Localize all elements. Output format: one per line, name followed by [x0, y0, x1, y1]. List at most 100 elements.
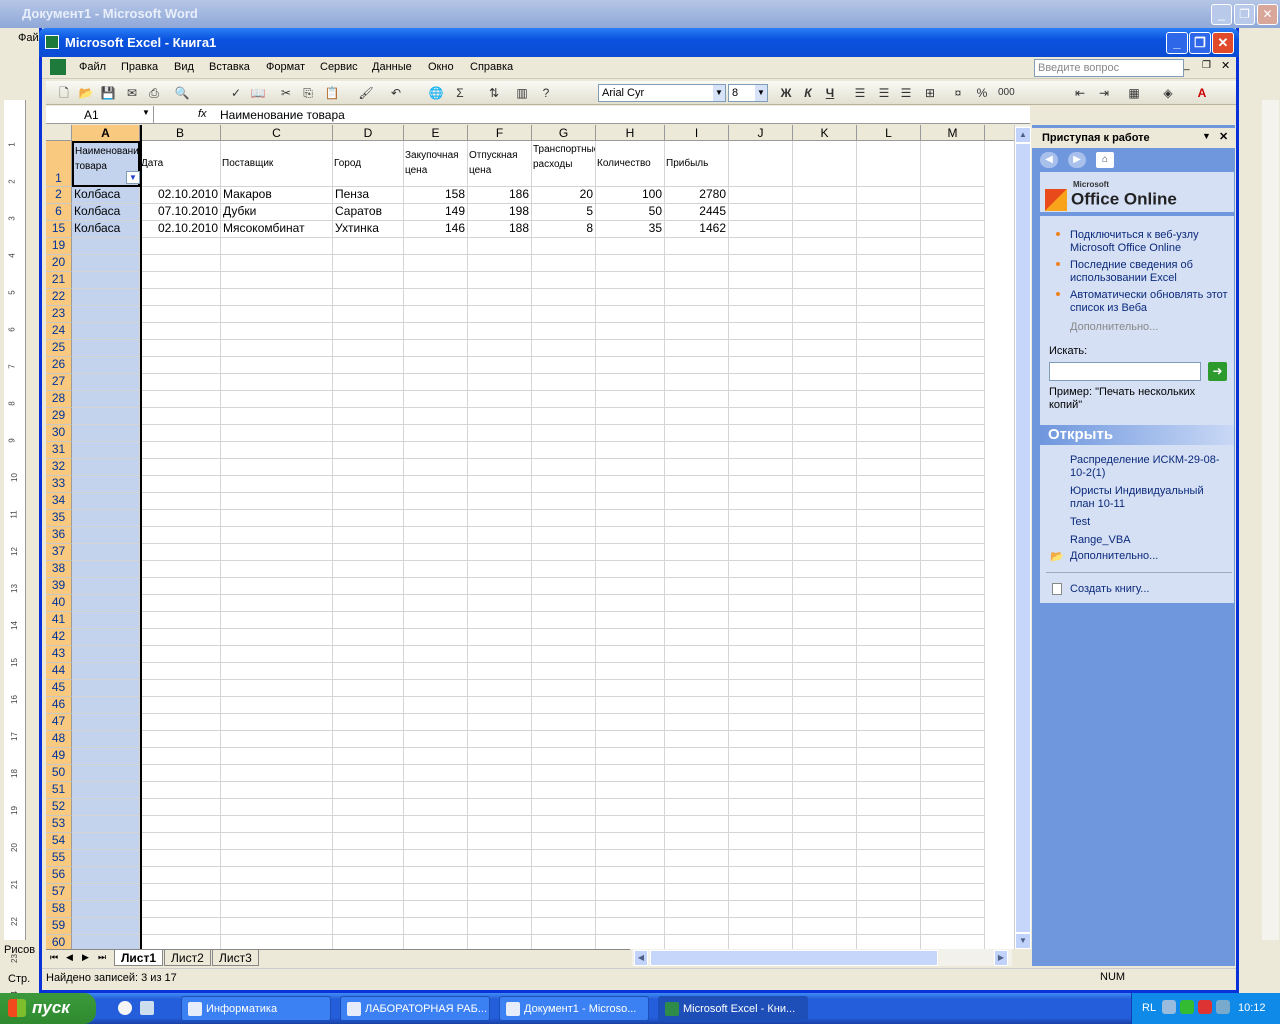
grid-cell[interactable]	[468, 629, 532, 646]
grid-cell[interactable]	[404, 765, 468, 782]
grid-cell[interactable]	[793, 340, 857, 357]
grid-cell[interactable]	[140, 765, 221, 782]
grid-cell[interactable]	[596, 340, 665, 357]
grid-cell[interactable]	[532, 255, 596, 272]
grid-cell[interactable]	[404, 476, 468, 493]
grid-cell[interactable]	[857, 459, 921, 476]
grid-cell[interactable]	[532, 680, 596, 697]
grid-cell[interactable]	[532, 493, 596, 510]
grid-cell[interactable]	[333, 612, 404, 629]
grid-cell[interactable]	[221, 340, 333, 357]
grid-cell[interactable]	[596, 595, 665, 612]
grid-cell[interactable]	[921, 221, 985, 238]
doc-close-button[interactable]: ✕	[1221, 59, 1230, 72]
grid-cell[interactable]	[532, 646, 596, 663]
grid-cell[interactable]	[665, 255, 729, 272]
row-header[interactable]: 20	[46, 255, 72, 272]
cell-m1[interactable]	[921, 141, 985, 187]
formula-input[interactable]: Наименование товара	[218, 106, 1018, 124]
excel-maximize-button[interactable]: ❐	[1189, 32, 1211, 54]
grid-cell[interactable]	[140, 561, 221, 578]
row-header[interactable]: 41	[46, 612, 72, 629]
row-header[interactable]: 19	[46, 238, 72, 255]
grid-cell[interactable]	[72, 425, 140, 442]
thousands-icon[interactable]: 000	[998, 85, 1015, 101]
grid-cell[interactable]	[221, 833, 333, 850]
grid-cell[interactable]	[72, 646, 140, 663]
grid-cell[interactable]	[729, 527, 793, 544]
grid-cell[interactable]	[793, 833, 857, 850]
grid-cell[interactable]	[140, 731, 221, 748]
column-header-c[interactable]: C	[221, 125, 333, 141]
grid-cell[interactable]	[333, 833, 404, 850]
grid-cell[interactable]	[921, 374, 985, 391]
recent-file-1[interactable]: Распределение ИСКМ-29-08-10-2(1)	[1070, 454, 1230, 480]
grid-vertical-scrollbar[interactable]: ▲ ▼	[1014, 125, 1031, 949]
grid-cell[interactable]	[665, 731, 729, 748]
open-icon[interactable]: 📂	[78, 85, 94, 101]
grid-cell[interactable]	[140, 238, 221, 255]
grid-cell[interactable]	[596, 391, 665, 408]
grid-cell[interactable]	[221, 408, 333, 425]
grid-cell[interactable]	[921, 714, 985, 731]
grid-cell[interactable]	[468, 561, 532, 578]
grid-cell[interactable]	[532, 527, 596, 544]
grid-cell[interactable]	[665, 340, 729, 357]
grid-cell[interactable]: 198	[468, 204, 532, 221]
grid-cell[interactable]	[857, 935, 921, 949]
grid-cell[interactable]	[596, 935, 665, 949]
grid-cell[interactable]	[857, 187, 921, 204]
grid-cell[interactable]: Мясокомбинат	[221, 221, 333, 238]
grid-cell[interactable]	[404, 663, 468, 680]
grid-cell[interactable]	[532, 408, 596, 425]
grid-cell[interactable]	[857, 204, 921, 221]
percent-icon[interactable]: %	[974, 85, 990, 101]
grid-cell[interactable]: 188	[468, 221, 532, 238]
grid-cell[interactable]	[333, 884, 404, 901]
grid-cell[interactable]	[72, 748, 140, 765]
grid-cell[interactable]	[72, 850, 140, 867]
sheet-tab-3[interactable]: Лист3	[212, 950, 259, 966]
grid-cell[interactable]	[221, 799, 333, 816]
row-header[interactable]: 6	[46, 204, 72, 221]
grid-cell[interactable]	[333, 408, 404, 425]
grid-cell[interactable]	[596, 612, 665, 629]
grid-cell[interactable]	[333, 918, 404, 935]
grid-cell[interactable]: Колбаса	[72, 204, 140, 221]
column-header-d[interactable]: D	[333, 125, 404, 141]
grid-cell[interactable]	[468, 408, 532, 425]
grid-cell[interactable]	[72, 884, 140, 901]
grid-cell[interactable]	[468, 901, 532, 918]
grid-cell[interactable]	[140, 544, 221, 561]
grid-cell[interactable]	[140, 612, 221, 629]
grid-cell[interactable]	[729, 340, 793, 357]
grid-cell[interactable]	[532, 697, 596, 714]
tray-network-icon[interactable]	[1180, 1000, 1194, 1014]
grid-cell[interactable]	[532, 442, 596, 459]
grid-cell[interactable]	[468, 782, 532, 799]
grid-cell[interactable]	[468, 799, 532, 816]
grid-cell[interactable]	[729, 918, 793, 935]
grid-cell[interactable]	[221, 374, 333, 391]
grid-cell[interactable]	[596, 289, 665, 306]
link-connect-online[interactable]: Подключиться к веб-узлу Microsoft Office…	[1070, 229, 1230, 255]
grid-cell[interactable]	[140, 646, 221, 663]
grid-cell[interactable]	[857, 476, 921, 493]
grid-cell[interactable]	[921, 731, 985, 748]
grid-cell[interactable]	[729, 782, 793, 799]
task-pane-close-icon[interactable]: ✕	[1219, 130, 1228, 143]
grid-cell[interactable]	[665, 595, 729, 612]
grid-cell[interactable]	[921, 680, 985, 697]
grid-cell[interactable]	[72, 374, 140, 391]
grid-cell[interactable]	[596, 425, 665, 442]
grid-cell[interactable]	[221, 510, 333, 527]
grid-cell[interactable]	[729, 612, 793, 629]
grid-cell[interactable]	[793, 221, 857, 238]
grid-cell[interactable]	[404, 442, 468, 459]
grid-cell[interactable]	[793, 238, 857, 255]
save-icon[interactable]: 💾	[100, 85, 116, 101]
grid-cell[interactable]	[793, 850, 857, 867]
grid-cell[interactable]	[72, 544, 140, 561]
grid-cell[interactable]	[333, 646, 404, 663]
grid-cell[interactable]	[921, 748, 985, 765]
